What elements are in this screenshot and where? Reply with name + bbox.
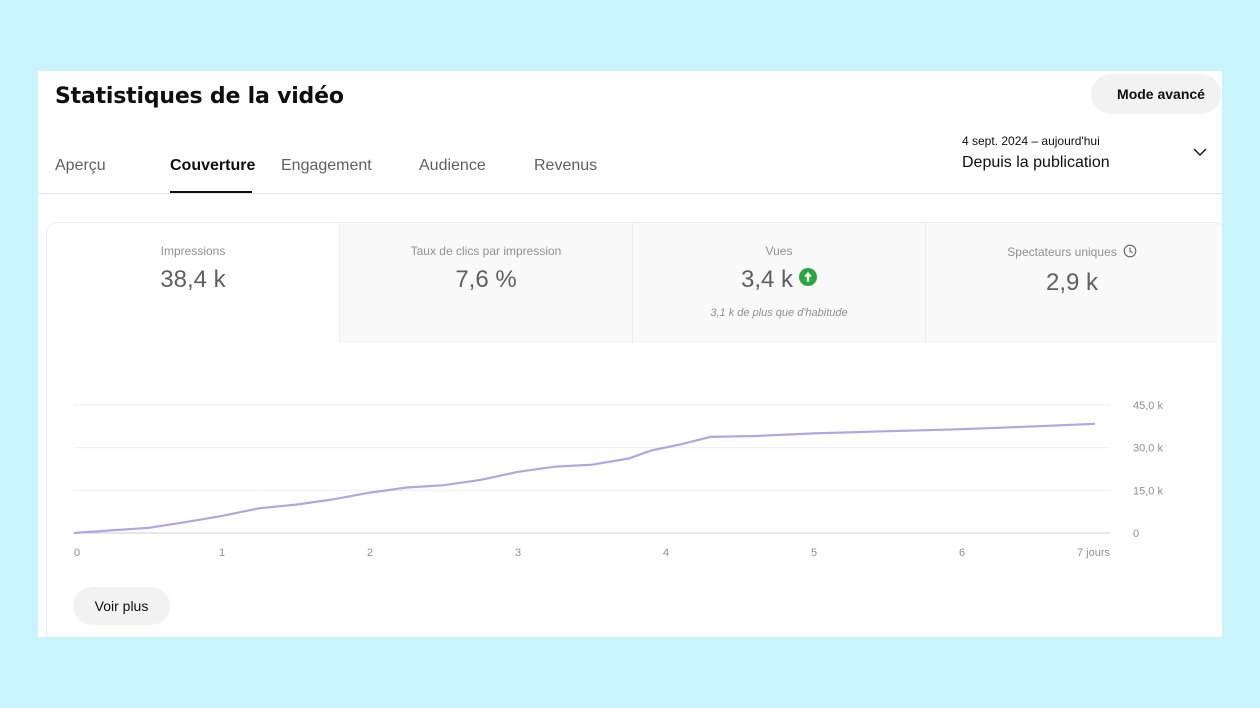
date-range-selector[interactable]: 4 sept. 2024 – aujourd'hui Depuis la pub… [962, 134, 1110, 172]
metric-label-row: Spectateurs uniques [926, 244, 1218, 261]
tab-revenus[interactable]: Revenus [534, 157, 597, 175]
metric-label: Spectateurs uniques [1007, 245, 1117, 259]
see-more-button[interactable]: Voir plus [73, 587, 170, 625]
chevron-down-icon[interactable] [1192, 147, 1208, 157]
metric-spectateurs[interactable]: Spectateurs uniques 2,9 k [925, 223, 1218, 343]
tabs-divider [38, 193, 1222, 194]
clock-icon[interactable] [1123, 244, 1137, 261]
metric-label: Impressions [160, 244, 226, 258]
tab-couverture[interactable]: Couverture [170, 157, 255, 175]
tab-apercu[interactable]: Aperçu [55, 157, 106, 175]
advanced-mode-button[interactable]: Mode avancé [1091, 74, 1221, 114]
metric-label: Vues [765, 244, 793, 258]
metric-value: 3,4 k [740, 266, 794, 293]
video-stats-panel: Statistiques de la vidéo Mode avancé Ape… [38, 71, 1222, 637]
metric-value-row: 3,4 k [633, 266, 925, 294]
metric-vues[interactable]: Vues 3,4 k 3,1 k de plus que d'habitude [632, 223, 925, 343]
arrow-up-icon [799, 268, 818, 286]
metric-value: 38,4 k [160, 266, 226, 293]
date-range-label: Depuis la publication [962, 154, 1110, 171]
metric-note: 3,1 k de plus que d'habitude [710, 307, 848, 319]
metrics-card: Impressions 38,4 k Taux de clics par imp… [46, 222, 1222, 637]
date-range-dates: 4 sept. 2024 – aujourd'hui [962, 134, 1100, 148]
metric-ctr[interactable]: Taux de clics par impression 7,6 % [339, 223, 632, 343]
tab-audience[interactable]: Audience [419, 157, 486, 175]
tab-engagement[interactable]: Engagement [281, 157, 372, 175]
page-title: Statistiques de la vidéo [55, 84, 344, 109]
metric-impressions[interactable]: Impressions 38,4 k [47, 223, 339, 343]
metric-value: 7,6 % [455, 266, 517, 293]
metric-value: 2,9 k [1045, 269, 1099, 296]
metric-label: Taux de clics par impression [410, 244, 562, 258]
